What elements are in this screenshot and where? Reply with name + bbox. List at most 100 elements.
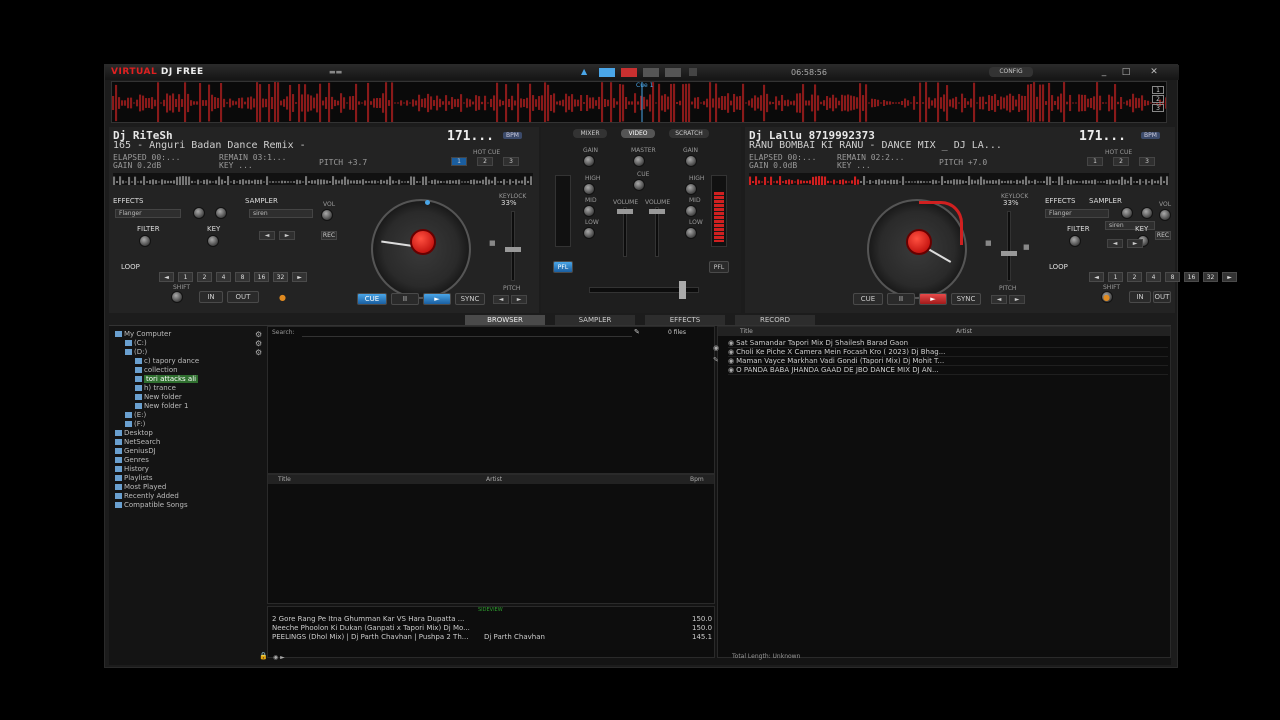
eq-mid-right-knob[interactable] bbox=[685, 205, 697, 217]
deck-left-loop-button[interactable]: 4 bbox=[216, 272, 231, 282]
deck-right-pitch-down[interactable]: ◄ bbox=[991, 295, 1007, 304]
master-volume-knob[interactable] bbox=[633, 155, 645, 167]
tree-item[interactable]: collection bbox=[135, 366, 178, 374]
sideview-lock-icon[interactable]: 🔒 bbox=[259, 652, 268, 660]
deck-right-loop-button[interactable]: 1 bbox=[1108, 272, 1123, 282]
tab-video[interactable]: VIDEO bbox=[621, 129, 655, 138]
tree-item[interactable]: GeniusDJ bbox=[115, 447, 156, 455]
maximize-button[interactable]: □ bbox=[1117, 66, 1135, 78]
eq-high-left-knob[interactable] bbox=[583, 183, 595, 195]
up-arrow-icon[interactable]: ▲ bbox=[581, 68, 589, 76]
minimize-button[interactable]: _ bbox=[1095, 66, 1113, 78]
sideview-toggle-icon[interactable]: ◉ ► bbox=[273, 654, 285, 661]
eq-low-right-knob[interactable] bbox=[685, 227, 697, 239]
tree-item[interactable]: (F:) bbox=[125, 420, 145, 428]
deck-left-bpm-badge[interactable]: BPM bbox=[503, 132, 522, 139]
eq-high-right-knob[interactable] bbox=[685, 183, 697, 195]
layout-button-2[interactable] bbox=[621, 68, 637, 77]
deck-right-pitch-reset-icon[interactable]: ■ bbox=[1023, 243, 1030, 251]
deck-right-loop-button[interactable]: ◄ bbox=[1089, 272, 1104, 282]
deck-left-jog-wheel[interactable] bbox=[371, 199, 471, 299]
eq-mid-left-knob[interactable] bbox=[583, 205, 595, 217]
deck-left-loop-out-button[interactable]: OUT bbox=[227, 291, 259, 303]
deck-right-sampler-prev[interactable]: ◄ bbox=[1107, 239, 1123, 248]
file-col-bpm[interactable]: Bpm bbox=[690, 476, 704, 483]
playlist-item[interactable]: ◉ Maman Vayce Markhan Vadi Gondi (Tapori … bbox=[728, 357, 1168, 366]
deck-right-effect-select[interactable]: Flanger bbox=[1045, 209, 1109, 218]
deck-left-keylock-icon[interactable]: ■ bbox=[489, 239, 496, 247]
playlist-col-artist[interactable]: Artist bbox=[956, 328, 972, 335]
tree-item[interactable]: Most Played bbox=[115, 483, 166, 491]
gain-left-knob[interactable] bbox=[583, 155, 595, 167]
deck-left-pitch-down[interactable]: ◄ bbox=[493, 295, 509, 304]
deck-left-loop-shift-knob[interactable] bbox=[171, 291, 183, 303]
sideview-row-title[interactable]: Neeche Phoolon Ki Dukan (Ganpati x Tapor… bbox=[272, 624, 482, 632]
deck-left-sampler-prev[interactable]: ◄ bbox=[259, 231, 275, 240]
tree-item[interactable]: Compatible Songs bbox=[115, 501, 188, 509]
tab-effects[interactable]: EFFECTS bbox=[645, 315, 725, 325]
tree-side-icons[interactable]: ⚙ ⚙ ⚙ bbox=[255, 330, 262, 357]
volume-fader-left-handle[interactable] bbox=[617, 209, 633, 214]
deck-left-key-knob[interactable] bbox=[207, 235, 219, 247]
deck-left-loop-in-button[interactable]: IN bbox=[199, 291, 223, 303]
sideview-row-title[interactable]: PEELINGS (Dhol Mix) | Dj Parth Chavhan |… bbox=[272, 633, 482, 641]
file-col-artist[interactable]: Artist bbox=[486, 476, 502, 483]
playlist-item[interactable]: ◉ Sat Samandar Tapori Mix Dj Shailesh Bar… bbox=[728, 339, 1168, 348]
crossfader-handle[interactable] bbox=[679, 281, 686, 299]
playlist-item[interactable]: ◉ Choli Ke Piche X Camera Mein Focash Kro… bbox=[728, 348, 1168, 357]
deck-left-effect-param-2-knob[interactable] bbox=[215, 207, 227, 219]
rhythm-waveform[interactable]: Cue 1 1 2 3 bbox=[111, 81, 1167, 123]
tree-item[interactable]: tori attacks ali bbox=[135, 375, 199, 383]
layout-button-4[interactable] bbox=[665, 68, 681, 77]
deck-right-bpm-badge[interactable]: BPM bbox=[1141, 132, 1160, 139]
playlist-item[interactable]: ◉ O PANDA BABA JHANDA GAAD DE JBO DANCE M… bbox=[728, 366, 1168, 375]
playlist-side-icons[interactable]: ◉ ✎ bbox=[713, 342, 719, 366]
deck-right-pitch-slider[interactable] bbox=[1007, 211, 1011, 281]
deck-right-pause-button[interactable]: II bbox=[887, 293, 915, 305]
deck-right-keylock-icon[interactable]: ■ bbox=[985, 239, 992, 247]
tab-record[interactable]: RECORD bbox=[735, 315, 815, 325]
tree-item[interactable]: NetSearch bbox=[115, 438, 160, 446]
tree-item[interactable]: c) tapory dance bbox=[135, 357, 199, 365]
tree-item[interactable]: Playlists bbox=[115, 474, 153, 482]
deck-right-effect-param-2-knob[interactable] bbox=[1141, 207, 1153, 219]
deck-left-sampler-play[interactable]: ► bbox=[279, 231, 295, 240]
deck-right-filter-knob[interactable] bbox=[1069, 235, 1081, 247]
deck-right-cue-button[interactable]: CUE bbox=[853, 293, 883, 305]
deck-right-sampler-rec[interactable]: REC bbox=[1155, 231, 1171, 240]
deck-left-hotcue-1[interactable]: 1 bbox=[451, 157, 467, 166]
deck-left-loop-button[interactable]: ◄ bbox=[159, 272, 174, 282]
deck-left-sync-button[interactable]: SYNC bbox=[455, 293, 485, 305]
deck-right-sync-button[interactable]: SYNC bbox=[951, 293, 981, 305]
tree-item[interactable]: My Computer bbox=[115, 330, 171, 338]
tab-sampler[interactable]: SAMPLER bbox=[555, 315, 635, 325]
deck-left-loop-button[interactable]: 32 bbox=[273, 272, 288, 282]
deck-right-loop-in-button[interactable]: IN bbox=[1129, 291, 1151, 303]
deck-right-hotcue-1[interactable]: 1 bbox=[1087, 157, 1103, 166]
deck-right-loop-button[interactable]: 16 bbox=[1184, 272, 1199, 282]
tree-item[interactable]: History bbox=[115, 465, 149, 473]
deck-left-cue-button[interactable]: CUE bbox=[357, 293, 387, 305]
deck-right-pitch-up[interactable]: ► bbox=[1009, 295, 1025, 304]
deck-left-loop-button[interactable]: ► bbox=[292, 272, 307, 282]
search-input[interactable] bbox=[302, 329, 632, 337]
tree-item[interactable]: Genres bbox=[115, 456, 149, 464]
deck-left-hotcue-2[interactable]: 2 bbox=[477, 157, 493, 166]
deck-left-loop-button[interactable]: 16 bbox=[254, 272, 269, 282]
deck-left-sampler-volume-knob[interactable] bbox=[321, 209, 333, 221]
deck-left-filter-knob[interactable] bbox=[139, 235, 151, 247]
file-col-title[interactable]: Title bbox=[278, 476, 291, 483]
view-3-button[interactable]: 3 bbox=[1152, 104, 1164, 112]
pfl-right-button[interactable]: PFL bbox=[709, 261, 729, 273]
tree-item[interactable]: New folder 1 bbox=[135, 402, 189, 410]
deck-right-loop-button[interactable]: ► bbox=[1222, 272, 1237, 282]
deck-left-loop-button[interactable]: 8 bbox=[235, 272, 250, 282]
tab-mixer[interactable]: MIXER bbox=[573, 129, 607, 138]
deck-right-loop-button[interactable]: 2 bbox=[1127, 272, 1142, 282]
tab-browser[interactable]: BROWSER bbox=[465, 315, 545, 325]
view-2-button[interactable]: 2 bbox=[1152, 95, 1164, 103]
tree-item[interactable]: (E:) bbox=[125, 411, 146, 419]
deck-left-lock-icon[interactable]: ● bbox=[279, 293, 286, 302]
volume-fader-left[interactable] bbox=[623, 207, 627, 257]
deck-left-effect-select[interactable]: Flanger bbox=[115, 209, 181, 218]
